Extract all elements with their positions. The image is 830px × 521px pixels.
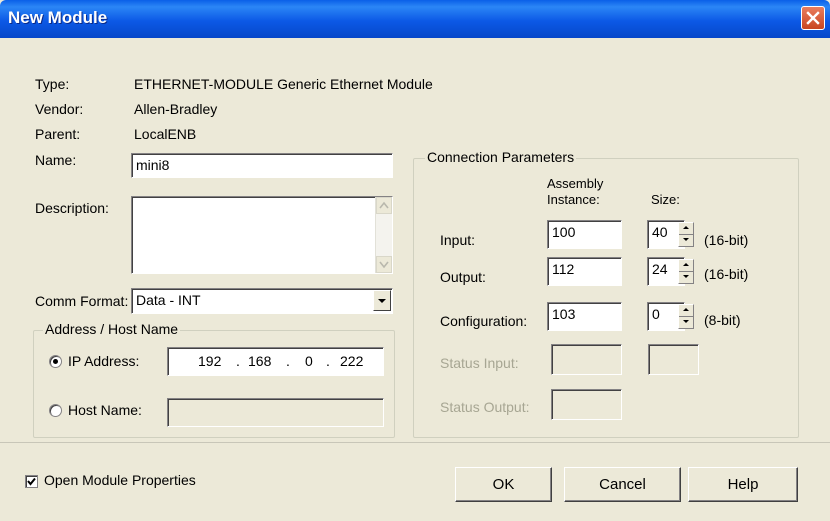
- status-input-instance-field[interactable]: [551, 344, 622, 375]
- description-textarea[interactable]: [131, 196, 393, 274]
- configuration-row-label: Configuration:: [440, 313, 528, 329]
- title-bar[interactable]: New Module: [0, 0, 830, 38]
- input-size-spinner[interactable]: [678, 222, 694, 247]
- status-output-row-label: Status Output:: [440, 399, 530, 415]
- input-instance-field[interactable]: 100: [547, 220, 622, 249]
- spin-down-button[interactable]: [679, 272, 693, 284]
- comm-format-label: Comm Format:: [35, 293, 129, 309]
- output-instance-field[interactable]: 112: [547, 257, 622, 286]
- connection-parameters-title: Connection Parameters: [425, 149, 577, 165]
- ip-dot-2: .: [286, 353, 290, 369]
- instance-column-header: Instance:: [547, 192, 600, 207]
- spin-down-icon: [683, 319, 689, 323]
- ip-octet-1[interactable]: 192: [198, 353, 221, 369]
- description-label: Description:: [35, 200, 109, 216]
- input-row-label: Input:: [440, 232, 476, 248]
- ip-octet-4[interactable]: 222: [340, 353, 363, 369]
- close-icon: [806, 11, 820, 25]
- checkmark-icon: [27, 477, 36, 486]
- scroll-down-icon: [379, 261, 389, 269]
- spin-down-button[interactable]: [679, 317, 693, 329]
- host-name-label: Host Name:: [68, 402, 142, 418]
- ip-address-label: IP Address:: [68, 353, 140, 369]
- size-column-header: Size:: [651, 192, 680, 207]
- address-group-title: Address / Host Name: [43, 321, 181, 337]
- name-label: Name:: [35, 152, 77, 168]
- parent-value: LocalENB: [134, 126, 197, 142]
- type-value: ETHERNET-MODULE Generic Ethernet Module: [134, 76, 433, 92]
- host-name-input[interactable]: [167, 398, 384, 427]
- radio-selected-dot: [53, 359, 58, 364]
- output-unit-label: (16-bit): [704, 266, 749, 282]
- new-module-dialog: New Module Type: ETHERNET-MODULE Generic…: [0, 0, 830, 521]
- cancel-button[interactable]: Cancel: [564, 467, 681, 502]
- ip-octet-3[interactable]: 0: [305, 353, 313, 369]
- configuration-unit-label: (8-bit): [704, 312, 741, 328]
- type-label: Type:: [35, 76, 70, 92]
- open-module-properties-label[interactable]: Open Module Properties: [44, 472, 196, 488]
- spin-up-button[interactable]: [679, 305, 693, 317]
- comm-format-dropdown-button[interactable]: [373, 290, 391, 311]
- ip-dot-1: .: [236, 353, 240, 369]
- ip-dot-3: .: [326, 353, 330, 369]
- scroll-down-button[interactable]: [376, 256, 392, 273]
- ok-button[interactable]: OK: [455, 467, 552, 502]
- dialog-title: New Module: [8, 8, 108, 27]
- configuration-instance-field[interactable]: 103: [547, 302, 622, 331]
- help-button[interactable]: Help: [688, 467, 798, 502]
- configuration-size-spinner[interactable]: [678, 304, 694, 329]
- ip-address-field[interactable]: 192 . 168 . 0 . 222: [167, 347, 384, 376]
- parent-label: Parent:: [35, 126, 81, 142]
- output-row-label: Output:: [440, 269, 486, 285]
- scroll-up-icon: [379, 201, 389, 209]
- ip-address-radio[interactable]: [49, 355, 62, 368]
- spin-up-icon: [683, 263, 689, 266]
- output-size-spinner[interactable]: [678, 259, 694, 284]
- vendor-value: Allen-Bradley: [134, 101, 218, 117]
- vendor-label: Vendor:: [35, 101, 84, 117]
- name-input[interactable]: mini8: [131, 153, 393, 178]
- host-name-radio[interactable]: [49, 404, 62, 417]
- comm-format-value: Data - INT: [136, 292, 201, 308]
- status-input-size-field[interactable]: [648, 344, 699, 375]
- assembly-column-header: Assembly: [547, 176, 604, 191]
- comm-format-select[interactable]: Data - INT: [131, 288, 393, 314]
- open-module-properties-checkbox[interactable]: [25, 475, 38, 488]
- footer-separator: [0, 442, 830, 443]
- ip-octet-2[interactable]: 168: [248, 353, 271, 369]
- input-unit-label: (16-bit): [704, 232, 749, 248]
- spin-up-button[interactable]: [679, 260, 693, 272]
- scroll-up-button[interactable]: [376, 197, 392, 214]
- dropdown-arrow-icon: [378, 299, 386, 303]
- spin-up-button[interactable]: [679, 223, 693, 235]
- spin-down-icon: [683, 274, 689, 278]
- close-button[interactable]: [801, 6, 825, 30]
- spin-up-icon: [683, 226, 689, 229]
- status-output-instance-field[interactable]: [551, 389, 622, 420]
- spin-up-icon: [683, 308, 689, 311]
- spin-down-button[interactable]: [679, 235, 693, 247]
- spin-down-icon: [683, 237, 689, 241]
- description-scrollbar[interactable]: [375, 197, 392, 273]
- status-input-row-label: Status Input:: [440, 355, 519, 371]
